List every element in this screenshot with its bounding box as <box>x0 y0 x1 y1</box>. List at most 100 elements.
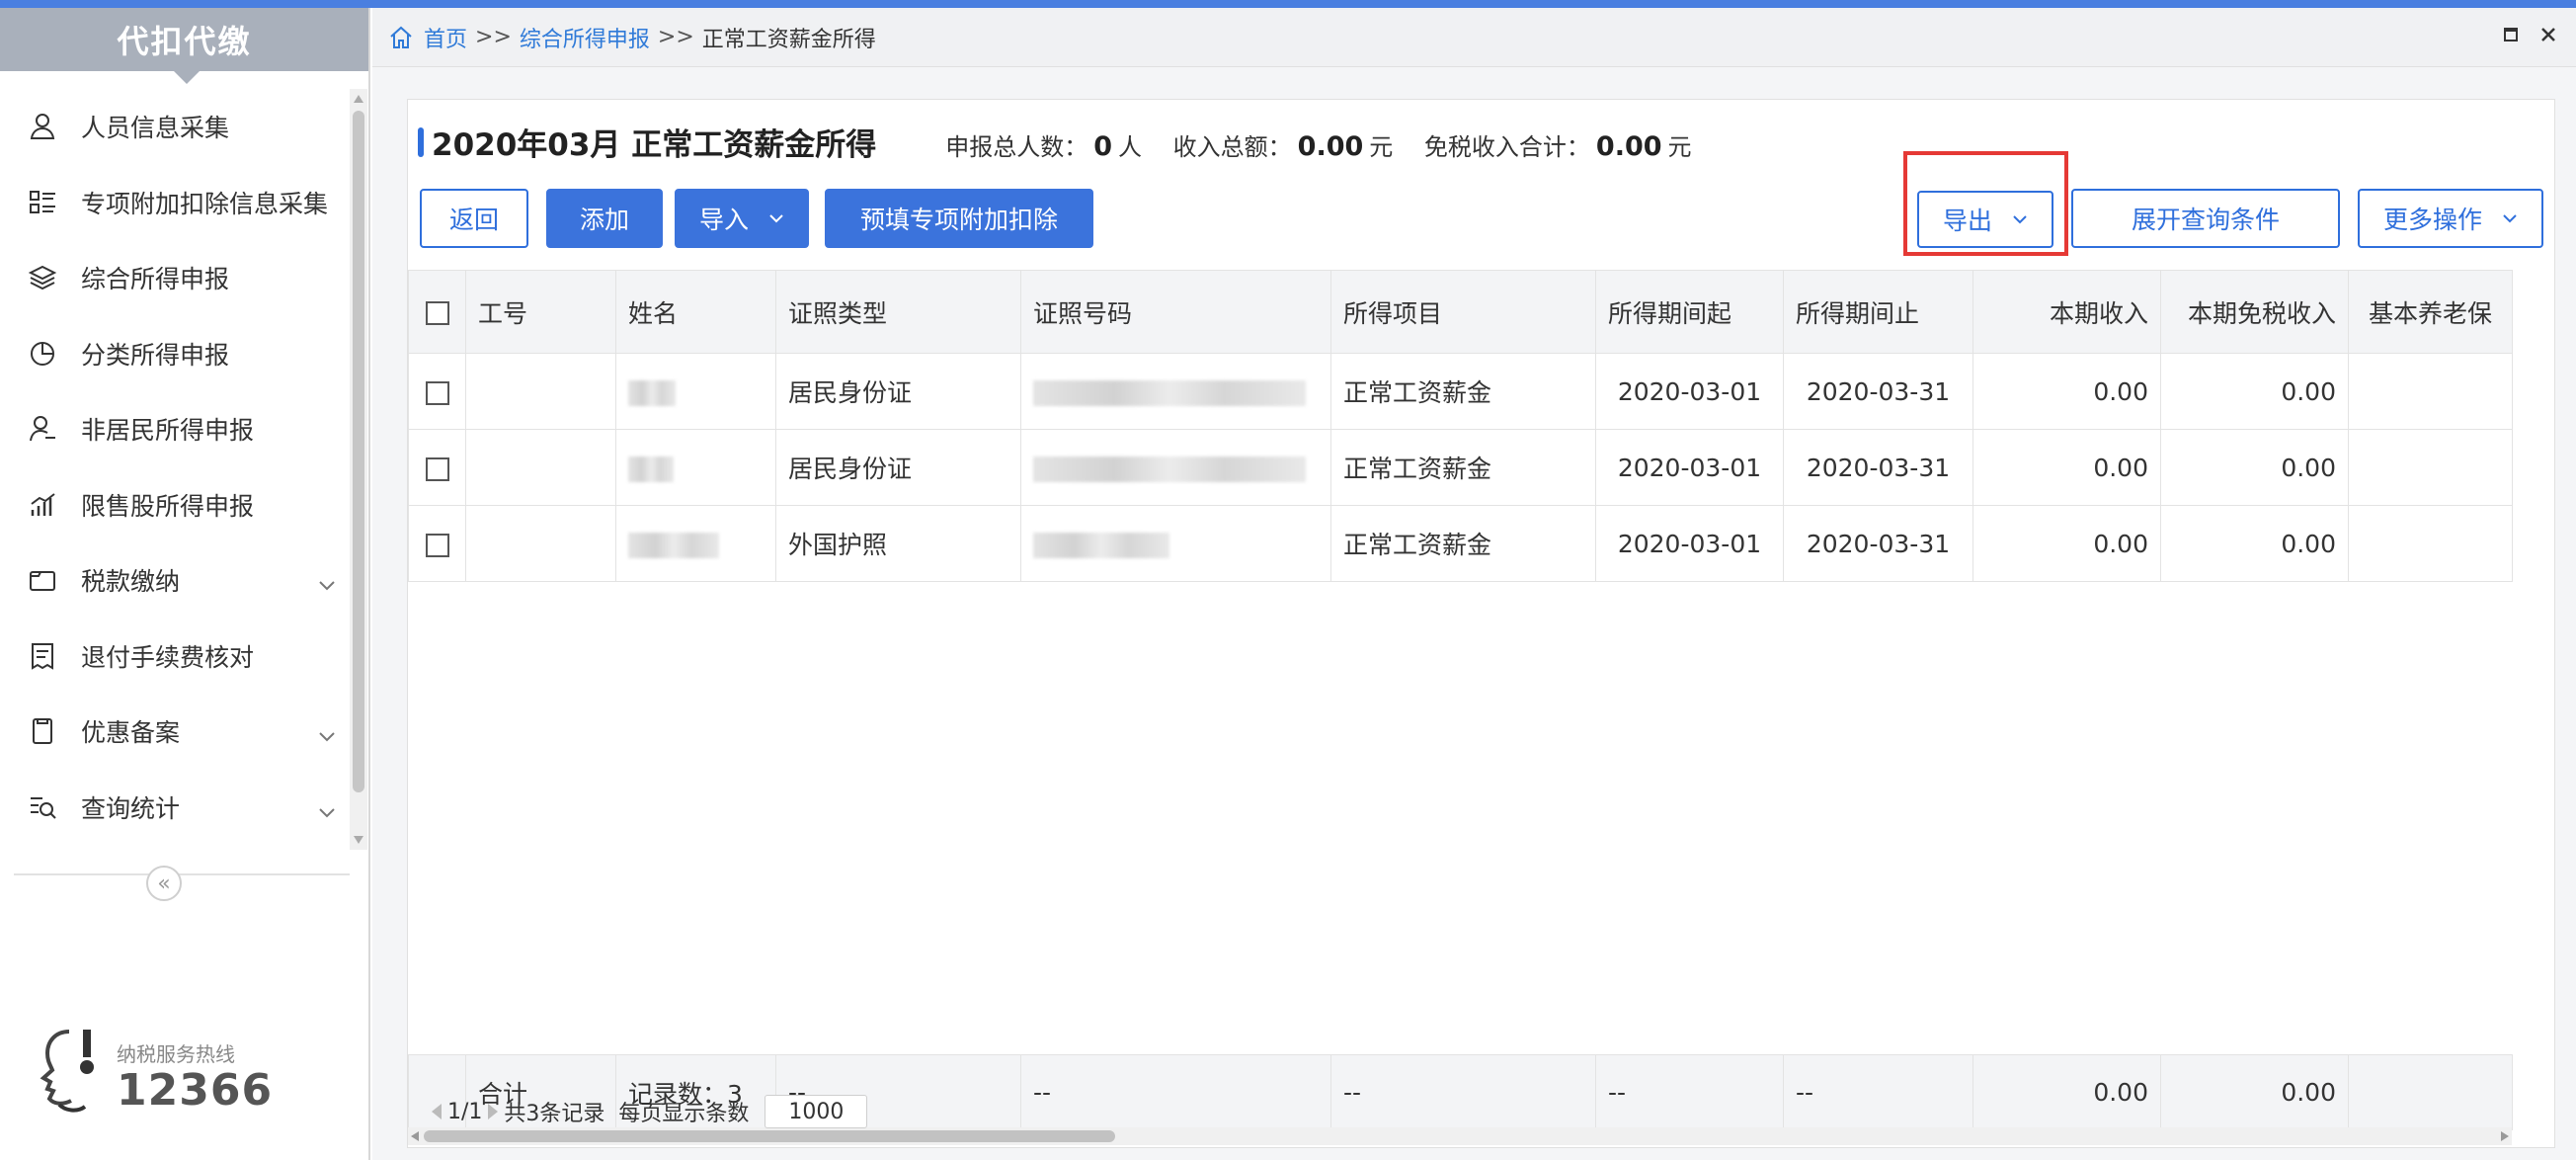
row-select-cell <box>408 505 466 582</box>
cell-income-item: 正常工资薪金 <box>1330 429 1596 506</box>
prev-page-icon[interactable] <box>432 1104 442 1119</box>
row-checkbox[interactable] <box>425 380 449 405</box>
scroll-down-arrow-icon[interactable] <box>354 836 363 844</box>
cell-pension <box>2348 505 2513 582</box>
row-checkbox[interactable] <box>425 533 449 557</box>
prefill-deduction-button[interactable]: 预填专项附加扣除 <box>825 189 1093 248</box>
scroll-right-arrow-icon[interactable] <box>2501 1131 2509 1141</box>
wallet-icon <box>26 563 59 597</box>
column-header[interactable]: 基本养老保 <box>2348 270 2513 354</box>
cell-income: 0.00 <box>1972 353 2161 430</box>
collapse-sidebar-button[interactable]: « <box>146 866 182 901</box>
pie-chart-icon <box>26 337 59 371</box>
more-actions-dropdown-button[interactable]: 更多操作 <box>2358 189 2543 248</box>
sidebar-item-nonresident[interactable]: 非居民所得申报 <box>0 391 348 467</box>
column-header[interactable]: 证照类型 <box>775 270 1021 354</box>
home-icon[interactable] <box>388 25 414 50</box>
cell-income-item: 正常工资薪金 <box>1330 353 1596 430</box>
close-window-button[interactable] <box>2539 22 2557 49</box>
footer-blank <box>2348 1054 2513 1130</box>
table-horizontal-scrollbar[interactable] <box>408 1127 2512 1145</box>
person-outline-icon <box>26 412 59 446</box>
panel-header: 2020年03月 正常工资薪金所得 申报总人数： 0 人 收入总额： 0.00 元 免税… <box>418 120 1692 164</box>
column-header[interactable]: 本期免税收入 <box>2160 270 2349 354</box>
table-row[interactable]: 居民身份证 正常工资薪金 2020-03-01 2020-03-31 0.00 … <box>408 353 2513 430</box>
footer-income-total: 0.00 <box>1972 1054 2161 1130</box>
restore-icon <box>2504 28 2518 41</box>
back-button[interactable]: 返回 <box>420 189 528 248</box>
taxfree-unit: 元 <box>1667 133 1692 161</box>
panel-title: 2020年03月 正常工资薪金所得 <box>432 127 877 163</box>
receipt-icon <box>26 639 59 673</box>
sidebar-item-tax-payment[interactable]: 税款缴纳 <box>0 542 348 619</box>
scroll-left-arrow-icon[interactable] <box>411 1131 419 1141</box>
record-total: 共3条记录 <box>504 1102 605 1126</box>
per-page-input[interactable]: 1000 <box>765 1095 868 1128</box>
chevron-down-icon <box>2502 213 2518 223</box>
person-icon <box>26 110 59 143</box>
cell-id-type: 居民身份证 <box>775 429 1021 506</box>
sidebar-item-special-deduction[interactable]: 专项附加扣除信息采集 <box>0 165 348 241</box>
cell-emp-id <box>465 505 616 582</box>
horizontal-scroll-thumb[interactable] <box>424 1130 1115 1142</box>
data-table: 工号 姓名 证照类型 证照号码 所得项目 所得期间起 所得期间止 本期收入 本期… <box>408 270 2554 1084</box>
row-select-cell <box>408 429 466 506</box>
column-header[interactable]: 工号 <box>465 270 616 354</box>
taxfree-label: 免税收入合计： <box>1423 133 1590 161</box>
redacted-name <box>628 379 676 406</box>
add-button-label: 添加 <box>579 206 629 234</box>
column-header[interactable]: 证照号码 <box>1020 270 1331 354</box>
sidebar-item-restricted-stock[interactable]: 限售股所得申报 <box>0 467 348 543</box>
redacted-id-number <box>1033 379 1306 406</box>
table-row[interactable]: 居民身份证 正常工资薪金 2020-03-01 2020-03-31 0.00 … <box>408 429 2513 506</box>
cell-income: 0.00 <box>1972 429 2161 506</box>
restore-window-button[interactable] <box>2504 28 2518 41</box>
income-unit: 元 <box>1369 133 1394 161</box>
sidebar-scroll-thumb[interactable] <box>353 111 364 792</box>
sidebar-scrollbar[interactable] <box>350 89 367 850</box>
sidebar-item-classified[interactable]: 分类所得申报 <box>0 316 348 392</box>
chevron-down-icon <box>318 797 336 825</box>
table-row[interactable]: 外国护照 正常工资薪金 2020-03-01 2020-03-31 0.00 0… <box>408 505 2513 582</box>
cell-taxfree: 0.00 <box>2160 353 2349 430</box>
export-dropdown-button[interactable]: 导出 <box>1917 191 2053 248</box>
sidebar-item-label: 专项附加扣除信息采集 <box>81 189 329 218</box>
expand-query-button[interactable]: 展开查询条件 <box>2071 189 2340 248</box>
income-value: 0.00 <box>1297 131 1364 162</box>
footer-dash: -- <box>1783 1054 1973 1130</box>
sidebar-item-comprehensive[interactable]: 综合所得申报 <box>0 240 348 316</box>
cell-pension <box>2348 429 2513 506</box>
sidebar-item-label: 优惠备案 <box>81 718 181 748</box>
column-header[interactable]: 所得期间止 <box>1783 270 1973 354</box>
sidebar-item-refund-fee[interactable]: 退付手续费核对 <box>0 619 348 695</box>
column-header[interactable]: 姓名 <box>615 270 776 354</box>
row-checkbox[interactable] <box>425 456 449 481</box>
cell-period-end: 2020-03-31 <box>1783 505 1973 582</box>
select-all-checkbox[interactable] <box>425 301 449 325</box>
sidebar-item-label: 限售股所得申报 <box>81 491 255 521</box>
cell-id-number-redacted <box>1020 429 1331 506</box>
sidebar-item-person-info[interactable]: 人员信息采集 <box>0 89 348 165</box>
breadcrumb-home-link[interactable]: 首页 <box>424 22 467 53</box>
add-button[interactable]: 添加 <box>546 189 663 248</box>
document-icon <box>26 714 59 748</box>
income-label: 收入总额： <box>1172 133 1292 161</box>
sidebar-item-label: 综合所得申报 <box>81 265 230 294</box>
column-header[interactable]: 所得期间起 <box>1595 270 1784 354</box>
next-page-icon[interactable] <box>488 1104 499 1119</box>
column-header[interactable]: 本期收入 <box>1972 270 2161 354</box>
sidebar-item-label: 人员信息采集 <box>81 114 230 143</box>
cell-period-start: 2020-03-01 <box>1595 505 1784 582</box>
bar-chart-icon <box>26 488 59 522</box>
import-dropdown-button[interactable]: 导入 <box>675 189 809 248</box>
declaration-panel: 2020年03月 正常工资薪金所得 申报总人数： 0 人 收入总额： 0.00 元 免税… <box>407 99 2555 1148</box>
column-header[interactable]: 所得项目 <box>1330 270 1596 354</box>
sidebar-title: 代扣代缴 <box>0 8 368 84</box>
sidebar-item-query-stats[interactable]: 查询统计 <box>0 770 348 846</box>
page-indicator: 1/1 <box>447 1099 483 1124</box>
cell-id-type: 居民身份证 <box>775 353 1021 430</box>
scroll-up-arrow-icon[interactable] <box>354 95 363 103</box>
cell-name-redacted <box>615 429 776 506</box>
breadcrumb-level1-link[interactable]: 综合所得申报 <box>520 22 650 53</box>
sidebar-item-preferential[interactable]: 优惠备案 <box>0 694 348 770</box>
